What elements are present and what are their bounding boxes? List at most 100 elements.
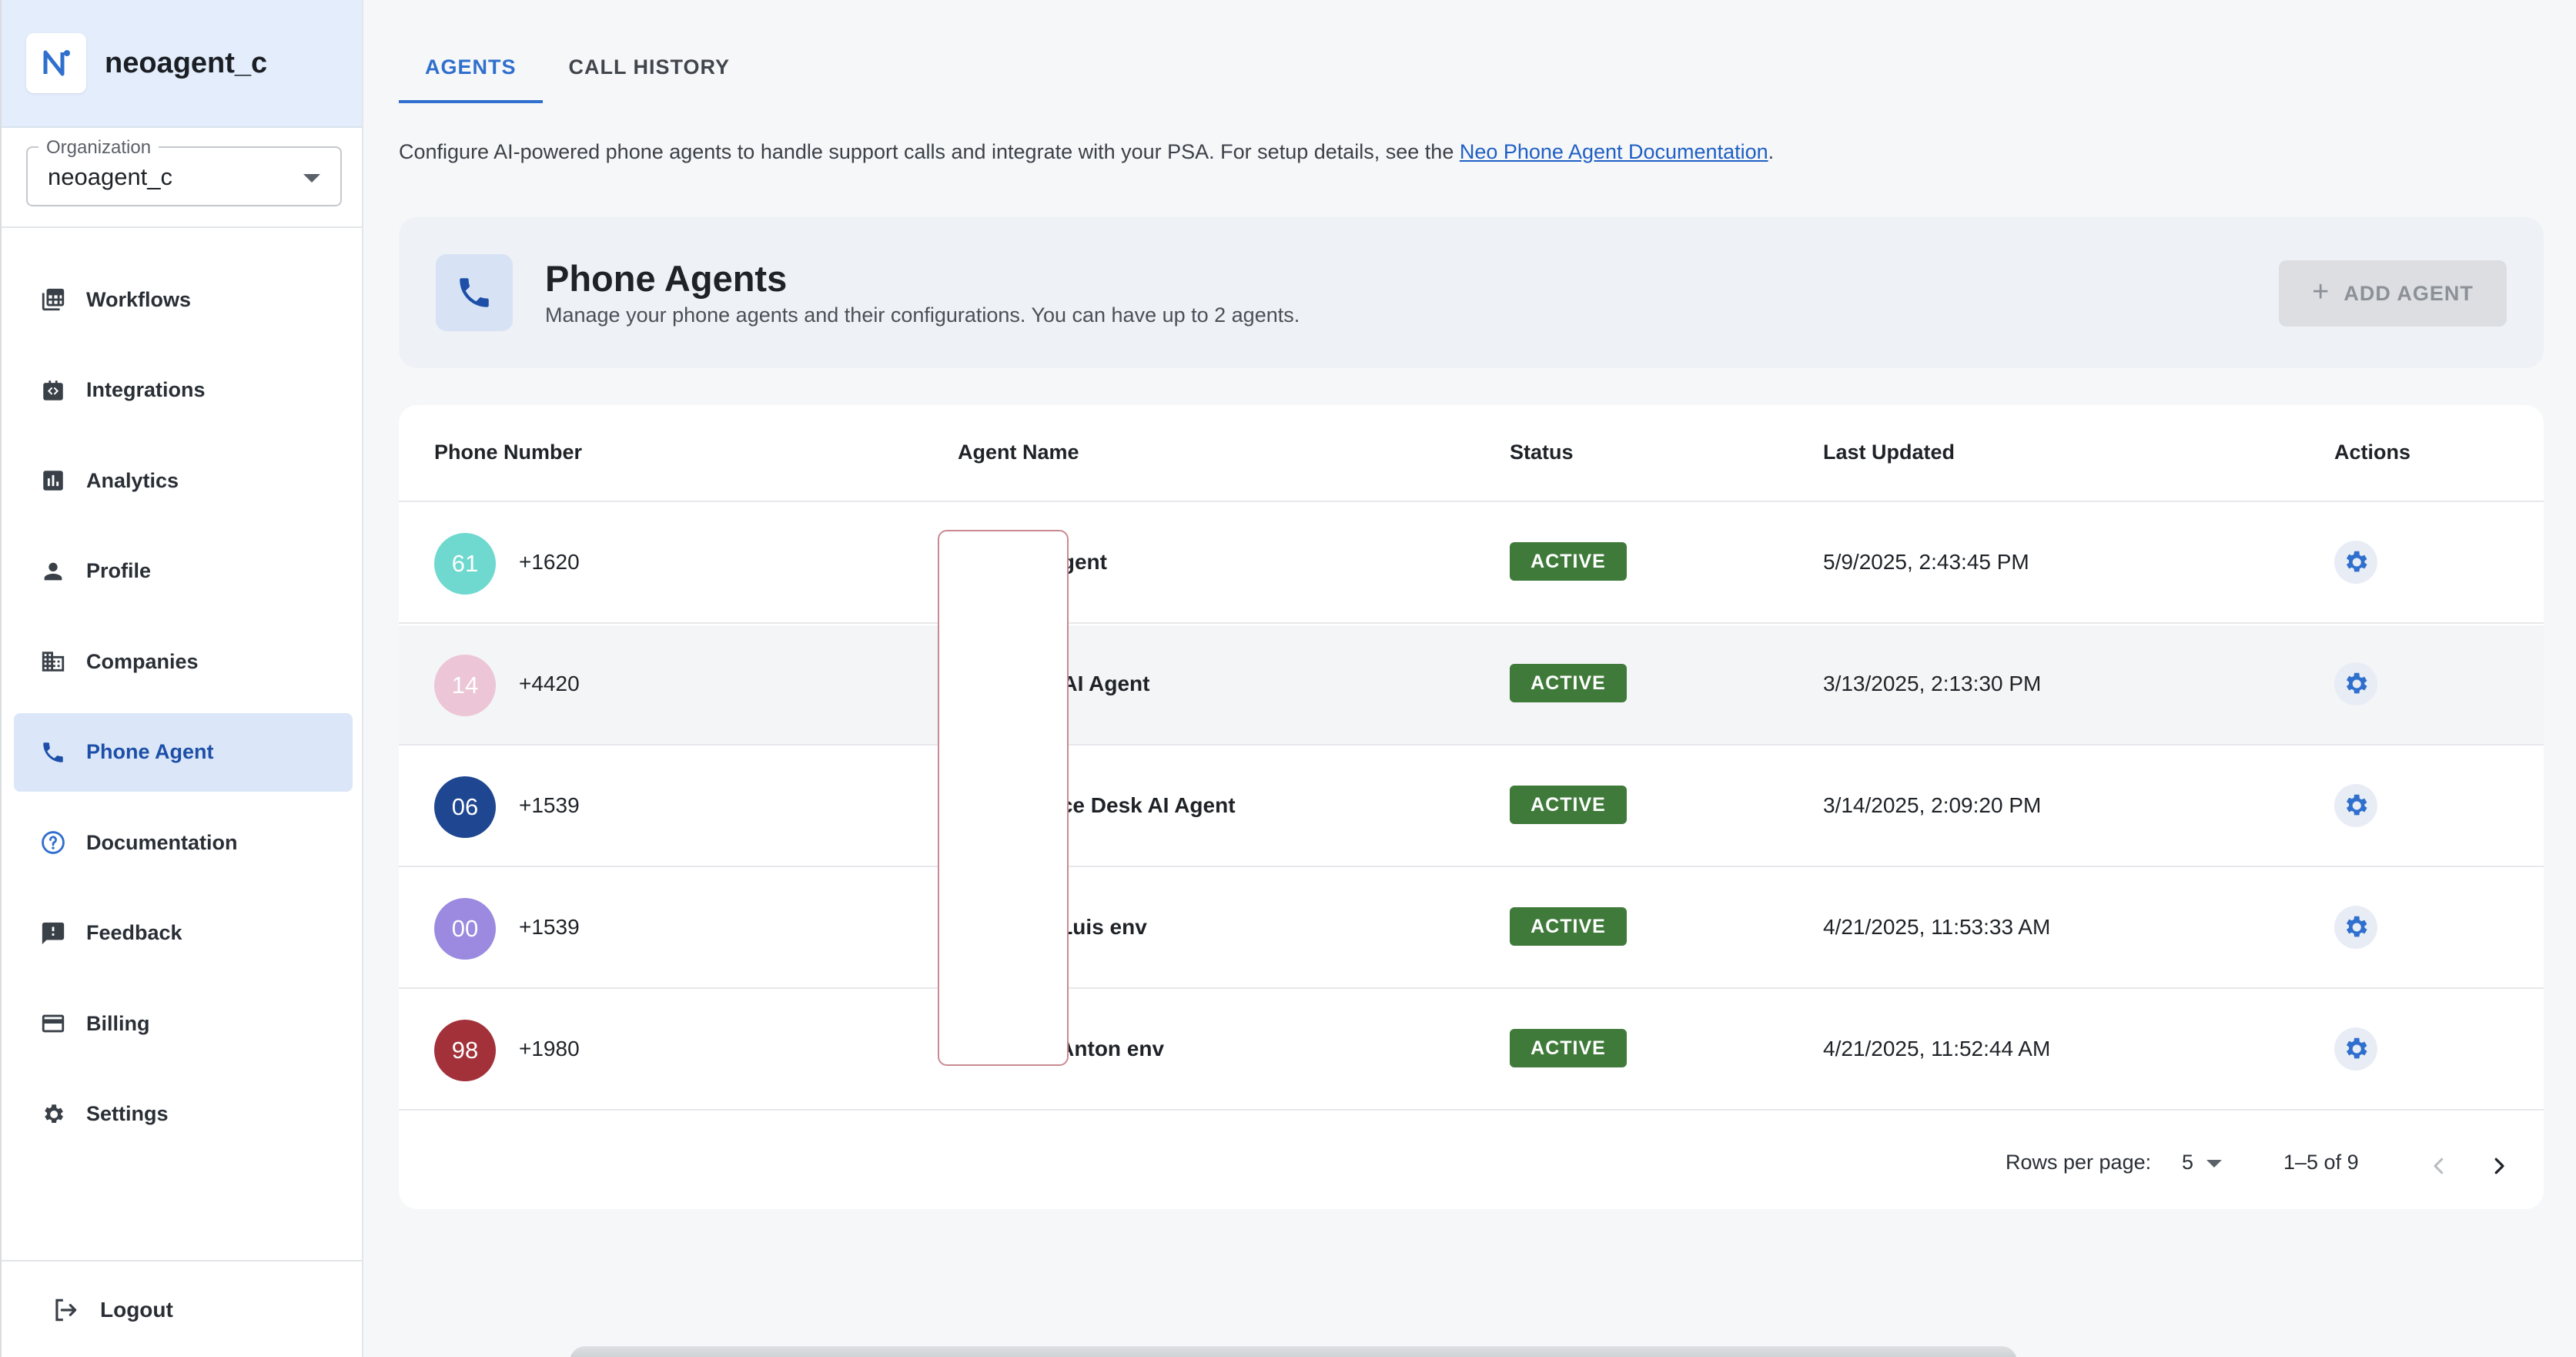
agents-table: Phone Number Agent Name Status Last Upda… (399, 405, 2544, 1209)
status-badge: ACTIVE (1510, 664, 1627, 702)
gear-icon (2346, 794, 2367, 816)
redaction-box (938, 530, 1069, 1066)
last-updated: 4/21/2025, 11:53:33 AM (1823, 915, 2051, 939)
analytics-icon (40, 467, 66, 494)
sidebar-item-phone-agent[interactable]: Phone Agent (14, 712, 353, 792)
phone-agents-header-card: Phone Agents Manage your phone agents an… (399, 217, 2544, 368)
avatar: 61 (434, 533, 496, 595)
table-row[interactable]: 14+4420Voicemail AI AgentACTIVE3/13/2025… (399, 625, 2544, 746)
chevron-right-icon (2494, 1158, 2504, 1174)
sidebar-item-label: Integrations (86, 378, 206, 401)
organization-select[interactable]: Organization neoagent_c (26, 137, 342, 206)
tab-call-history[interactable]: CALL HISTORY (543, 46, 757, 103)
description-suffix: . (1768, 140, 1775, 163)
column-header-phone-number[interactable]: Phone Number (434, 441, 582, 464)
agent-settings-button[interactable] (2334, 662, 2377, 705)
bottom-edge-shadow (570, 1346, 2017, 1357)
gear-icon (2346, 551, 2367, 572)
sidebar-item-workflows[interactable]: Workflows (14, 260, 353, 339)
pagination: Rows per page: 5 1–5 of 9 (399, 1127, 2544, 1209)
rows-per-page-label: Rows per page: (2006, 1151, 2152, 1174)
person-icon (40, 558, 66, 585)
plus-icon: + (2312, 275, 2330, 308)
gear-icon (2346, 916, 2367, 937)
avatar: 98 (434, 1020, 496, 1081)
sidebar-item-documentation[interactable]: Documentation (14, 803, 353, 882)
rows-per-page-select[interactable]: 5 (2182, 1151, 2193, 1174)
column-header-status[interactable]: Status (1510, 441, 1574, 464)
last-updated: 3/13/2025, 2:13:30 PM (1823, 672, 2042, 695)
agent-settings-button[interactable] (2334, 541, 2377, 584)
building-icon (40, 648, 66, 675)
organization-label: Organization (38, 137, 159, 159)
gear-icon (40, 1101, 66, 1127)
tab-agents[interactable]: AGENTS (399, 46, 543, 103)
brand-name: neoagent_c (105, 46, 268, 79)
page-description: Configure AI-powered phone agents to han… (399, 140, 1774, 164)
sidebar-item-label: Documentation (86, 830, 238, 854)
column-header-last-updated[interactable]: Last Updated (1823, 441, 1955, 464)
sidebar-item-label: Workflows (86, 287, 192, 311)
table-row[interactable]: 98+1980Agent for Anton envACTIVE4/21/202… (399, 990, 2544, 1111)
logout-button[interactable]: Logout (51, 1295, 173, 1325)
phone-icon (40, 739, 66, 766)
next-page-button[interactable] (2476, 1143, 2522, 1189)
phone-number: +1980 (519, 1037, 580, 1060)
help-circle-icon (40, 829, 66, 856)
logout-icon (55, 1298, 77, 1322)
tab-bar: AGENTS CALL HISTORY (399, 46, 756, 103)
sidebar-item-analytics[interactable]: Analytics (14, 441, 353, 520)
sidebar-item-label: Settings (86, 1102, 169, 1125)
phone-number: +1539 (519, 793, 580, 817)
status-badge: ACTIVE (1510, 907, 1627, 946)
status-badge: ACTIVE (1510, 1029, 1627, 1067)
add-agent-button[interactable]: + ADD AGENT (2279, 260, 2507, 327)
sidebar-item-label: Analytics (86, 468, 179, 492)
sidebar-item-billing[interactable]: Billing (14, 984, 353, 1063)
pagination-range: 1–5 of 9 (2283, 1151, 2359, 1174)
sidebar-divider (2, 226, 363, 228)
description-text: Configure AI-powered phone agents to han… (399, 140, 1460, 163)
brand-logo-icon[interactable] (26, 33, 86, 93)
sidebar-item-integrations[interactable]: Integrations (14, 351, 353, 430)
agent-settings-button[interactable] (2334, 1027, 2377, 1071)
sidebar-nav: Workflows Integrations Analytics Profile… (14, 260, 353, 1165)
agent-settings-button[interactable] (2334, 906, 2377, 949)
phone-number: +1620 (519, 550, 580, 574)
caret-down-icon[interactable] (2206, 1160, 2222, 1168)
sidebar-item-companies[interactable]: Companies (14, 622, 353, 701)
last-updated: 5/9/2025, 2:43:45 PM (1823, 550, 2029, 574)
gear-icon (2346, 672, 2367, 694)
phone-number: +1539 (519, 915, 580, 939)
page-title: Phone Agents (545, 258, 788, 299)
table-header: Phone Number Agent Name Status Last Upda… (399, 405, 2544, 502)
table-row[interactable]: 06 +1539 DEV Service Desk AI Agent ACTIVE 3/… (399, 747, 2544, 867)
logout-label: Logout (100, 1298, 173, 1322)
previous-page-button[interactable] (2416, 1143, 2462, 1189)
avatar: 00 (434, 898, 496, 960)
documentation-link[interactable]: Neo Phone Agent Documentation (1460, 140, 1768, 163)
add-agent-label: ADD AGENT (2343, 281, 2474, 305)
sidebar-item-profile[interactable]: Profile (14, 532, 353, 611)
integrations-icon (40, 377, 66, 404)
column-header-agent-name[interactable]: Agent Name (958, 441, 1079, 464)
sidebar-item-label: Billing (86, 1011, 150, 1035)
status-badge: ACTIVE (1510, 786, 1627, 824)
avatar: 14 (434, 655, 496, 716)
sidebar-item-label: Companies (86, 649, 199, 673)
sidebar-item-label: Feedback (86, 921, 182, 944)
workflows-icon (40, 286, 66, 313)
last-updated: 3/14/2025, 2:09:20 PM (1823, 793, 2042, 817)
status-badge: ACTIVE (1510, 542, 1627, 581)
table-row[interactable]: 61+1620Sales AI AgentACTIVE5/9/2025, 2:4… (399, 504, 2544, 624)
last-updated: 4/21/2025, 11:52:44 AM (1823, 1037, 2051, 1060)
sidebar-item-label: Profile (86, 559, 152, 582)
feedback-icon (40, 920, 66, 947)
credit-card-icon (40, 1010, 66, 1037)
phone-number: +4420 (519, 672, 580, 695)
table-row[interactable]: 00+1539Agent for Luis envACTIVE4/21/2025… (399, 869, 2544, 989)
agent-settings-button[interactable] (2334, 784, 2377, 827)
sidebar-item-settings[interactable]: Settings (14, 1075, 353, 1154)
logout-section: Logout (2, 1260, 363, 1357)
sidebar-item-feedback[interactable]: Feedback (14, 894, 353, 973)
